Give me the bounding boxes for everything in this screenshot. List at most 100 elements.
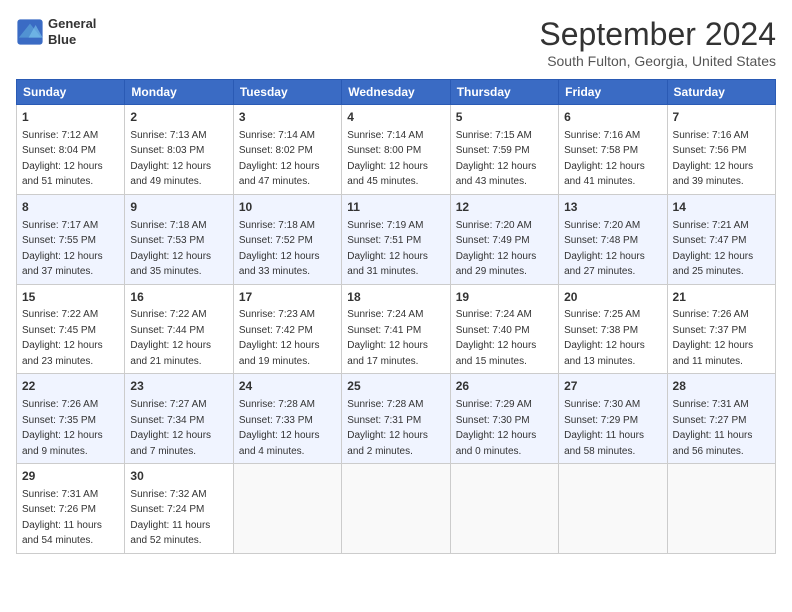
calendar-day-cell	[667, 464, 775, 554]
day-info: Sunrise: 7:24 AMSunset: 7:40 PMDaylight:…	[456, 309, 537, 367]
day-info: Sunrise: 7:30 AMSunset: 7:29 PMDaylight:…	[564, 399, 644, 457]
day-info: Sunrise: 7:18 AMSunset: 7:53 PMDaylight:…	[130, 220, 211, 278]
calendar-day-cell: 10 Sunrise: 7:18 AMSunset: 7:52 PMDaylig…	[233, 194, 341, 284]
day-info: Sunrise: 7:20 AMSunset: 7:48 PMDaylight:…	[564, 220, 645, 278]
logo: General Blue	[16, 16, 96, 47]
calendar-day-cell: 2 Sunrise: 7:13 AMSunset: 8:03 PMDayligh…	[125, 105, 233, 195]
day-info: Sunrise: 7:18 AMSunset: 7:52 PMDaylight:…	[239, 220, 320, 278]
day-info: Sunrise: 7:16 AMSunset: 7:56 PMDaylight:…	[673, 130, 754, 188]
calendar-day-cell: 27 Sunrise: 7:30 AMSunset: 7:29 PMDaylig…	[559, 374, 667, 464]
calendar-day-cell: 16 Sunrise: 7:22 AMSunset: 7:44 PMDaylig…	[125, 284, 233, 374]
calendar-day-cell: 28 Sunrise: 7:31 AMSunset: 7:27 PMDaylig…	[667, 374, 775, 464]
day-info: Sunrise: 7:19 AMSunset: 7:51 PMDaylight:…	[347, 220, 428, 278]
calendar-day-cell: 24 Sunrise: 7:28 AMSunset: 7:33 PMDaylig…	[233, 374, 341, 464]
logo-icon	[16, 18, 44, 46]
day-of-week-header: Tuesday	[233, 80, 341, 105]
day-info: Sunrise: 7:13 AMSunset: 8:03 PMDaylight:…	[130, 130, 211, 188]
calendar-header-row: SundayMondayTuesdayWednesdayThursdayFrid…	[17, 80, 776, 105]
day-of-week-header: Sunday	[17, 80, 125, 105]
calendar-week-row: 29 Sunrise: 7:31 AMSunset: 7:26 PMDaylig…	[17, 464, 776, 554]
calendar-day-cell: 5 Sunrise: 7:15 AMSunset: 7:59 PMDayligh…	[450, 105, 558, 195]
day-info: Sunrise: 7:24 AMSunset: 7:41 PMDaylight:…	[347, 309, 428, 367]
day-number: 29	[22, 468, 119, 485]
day-number: 30	[130, 468, 227, 485]
calendar-day-cell: 29 Sunrise: 7:31 AMSunset: 7:26 PMDaylig…	[17, 464, 125, 554]
day-number: 6	[564, 109, 661, 126]
calendar-week-row: 22 Sunrise: 7:26 AMSunset: 7:35 PMDaylig…	[17, 374, 776, 464]
calendar-day-cell: 17 Sunrise: 7:23 AMSunset: 7:42 PMDaylig…	[233, 284, 341, 374]
day-number: 20	[564, 289, 661, 306]
day-number: 15	[22, 289, 119, 306]
calendar-day-cell: 8 Sunrise: 7:17 AMSunset: 7:55 PMDayligh…	[17, 194, 125, 284]
day-of-week-header: Friday	[559, 80, 667, 105]
day-number: 18	[347, 289, 444, 306]
day-info: Sunrise: 7:27 AMSunset: 7:34 PMDaylight:…	[130, 399, 211, 457]
day-number: 23	[130, 378, 227, 395]
day-info: Sunrise: 7:15 AMSunset: 7:59 PMDaylight:…	[456, 130, 537, 188]
day-number: 28	[673, 378, 770, 395]
day-number: 12	[456, 199, 553, 216]
day-number: 19	[456, 289, 553, 306]
day-of-week-header: Wednesday	[342, 80, 450, 105]
calendar-day-cell: 22 Sunrise: 7:26 AMSunset: 7:35 PMDaylig…	[17, 374, 125, 464]
calendar-day-cell	[342, 464, 450, 554]
calendar-body: 1 Sunrise: 7:12 AMSunset: 8:04 PMDayligh…	[17, 105, 776, 554]
calendar-day-cell: 20 Sunrise: 7:25 AMSunset: 7:38 PMDaylig…	[559, 284, 667, 374]
day-number: 22	[22, 378, 119, 395]
calendar-day-cell: 4 Sunrise: 7:14 AMSunset: 8:00 PMDayligh…	[342, 105, 450, 195]
day-info: Sunrise: 7:21 AMSunset: 7:47 PMDaylight:…	[673, 220, 754, 278]
day-info: Sunrise: 7:32 AMSunset: 7:24 PMDaylight:…	[130, 489, 210, 547]
day-number: 24	[239, 378, 336, 395]
day-info: Sunrise: 7:25 AMSunset: 7:38 PMDaylight:…	[564, 309, 645, 367]
calendar-day-cell: 11 Sunrise: 7:19 AMSunset: 7:51 PMDaylig…	[342, 194, 450, 284]
day-number: 25	[347, 378, 444, 395]
calendar-day-cell: 21 Sunrise: 7:26 AMSunset: 7:37 PMDaylig…	[667, 284, 775, 374]
day-of-week-header: Thursday	[450, 80, 558, 105]
logo-text: General Blue	[48, 16, 96, 47]
calendar-day-cell	[233, 464, 341, 554]
calendar-day-cell: 25 Sunrise: 7:28 AMSunset: 7:31 PMDaylig…	[342, 374, 450, 464]
day-number: 11	[347, 199, 444, 216]
calendar-day-cell: 23 Sunrise: 7:27 AMSunset: 7:34 PMDaylig…	[125, 374, 233, 464]
calendar-week-row: 1 Sunrise: 7:12 AMSunset: 8:04 PMDayligh…	[17, 105, 776, 195]
day-number: 13	[564, 199, 661, 216]
day-number: 7	[673, 109, 770, 126]
day-number: 2	[130, 109, 227, 126]
day-number: 21	[673, 289, 770, 306]
day-number: 3	[239, 109, 336, 126]
day-info: Sunrise: 7:14 AMSunset: 8:02 PMDaylight:…	[239, 130, 320, 188]
month-title: September 2024	[539, 16, 776, 53]
day-info: Sunrise: 7:26 AMSunset: 7:37 PMDaylight:…	[673, 309, 754, 367]
day-number: 5	[456, 109, 553, 126]
calendar-week-row: 15 Sunrise: 7:22 AMSunset: 7:45 PMDaylig…	[17, 284, 776, 374]
calendar-day-cell: 1 Sunrise: 7:12 AMSunset: 8:04 PMDayligh…	[17, 105, 125, 195]
calendar-day-cell: 13 Sunrise: 7:20 AMSunset: 7:48 PMDaylig…	[559, 194, 667, 284]
calendar-day-cell: 3 Sunrise: 7:14 AMSunset: 8:02 PMDayligh…	[233, 105, 341, 195]
day-number: 9	[130, 199, 227, 216]
day-number: 10	[239, 199, 336, 216]
day-info: Sunrise: 7:31 AMSunset: 7:26 PMDaylight:…	[22, 489, 102, 547]
day-of-week-header: Saturday	[667, 80, 775, 105]
day-info: Sunrise: 7:22 AMSunset: 7:44 PMDaylight:…	[130, 309, 211, 367]
calendar-day-cell: 6 Sunrise: 7:16 AMSunset: 7:58 PMDayligh…	[559, 105, 667, 195]
day-number: 14	[673, 199, 770, 216]
day-info: Sunrise: 7:20 AMSunset: 7:49 PMDaylight:…	[456, 220, 537, 278]
calendar-table: SundayMondayTuesdayWednesdayThursdayFrid…	[16, 79, 776, 554]
day-number: 4	[347, 109, 444, 126]
day-info: Sunrise: 7:29 AMSunset: 7:30 PMDaylight:…	[456, 399, 537, 457]
day-number: 17	[239, 289, 336, 306]
location-title: South Fulton, Georgia, United States	[539, 53, 776, 69]
calendar-day-cell: 14 Sunrise: 7:21 AMSunset: 7:47 PMDaylig…	[667, 194, 775, 284]
day-of-week-header: Monday	[125, 80, 233, 105]
calendar-day-cell: 18 Sunrise: 7:24 AMSunset: 7:41 PMDaylig…	[342, 284, 450, 374]
calendar-day-cell: 30 Sunrise: 7:32 AMSunset: 7:24 PMDaylig…	[125, 464, 233, 554]
title-area: September 2024 South Fulton, Georgia, Un…	[539, 16, 776, 69]
day-info: Sunrise: 7:31 AMSunset: 7:27 PMDaylight:…	[673, 399, 753, 457]
day-info: Sunrise: 7:22 AMSunset: 7:45 PMDaylight:…	[22, 309, 103, 367]
day-info: Sunrise: 7:28 AMSunset: 7:31 PMDaylight:…	[347, 399, 428, 457]
day-info: Sunrise: 7:26 AMSunset: 7:35 PMDaylight:…	[22, 399, 103, 457]
day-info: Sunrise: 7:28 AMSunset: 7:33 PMDaylight:…	[239, 399, 320, 457]
day-number: 27	[564, 378, 661, 395]
calendar-day-cell: 9 Sunrise: 7:18 AMSunset: 7:53 PMDayligh…	[125, 194, 233, 284]
day-number: 26	[456, 378, 553, 395]
